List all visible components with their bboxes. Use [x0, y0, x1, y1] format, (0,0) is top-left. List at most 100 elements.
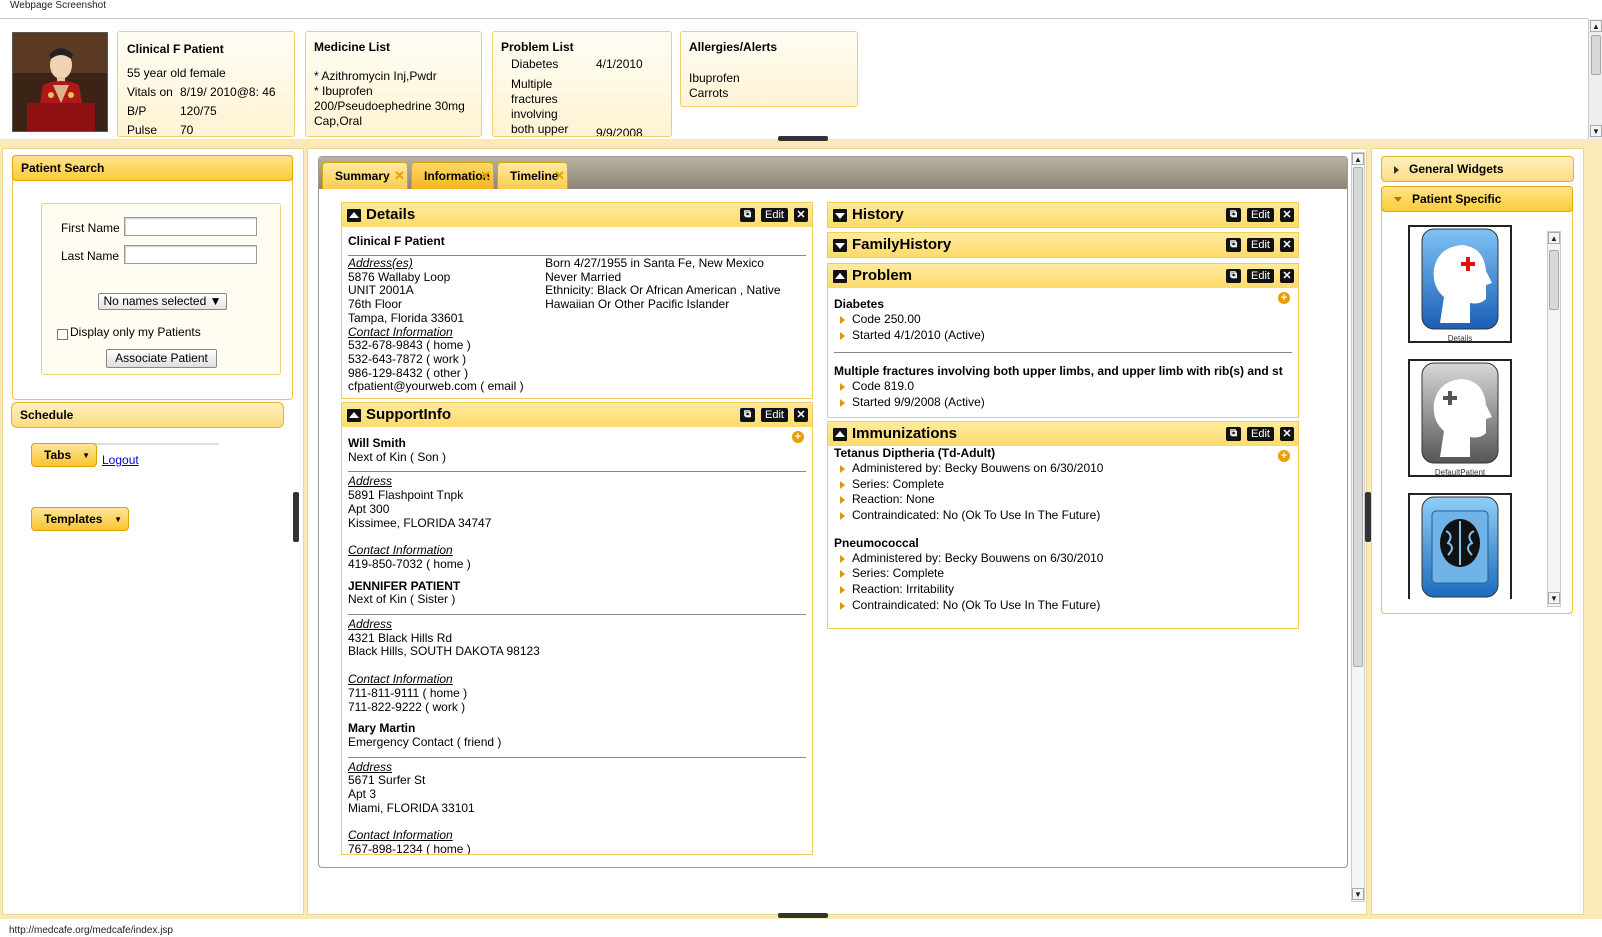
scroll-down-icon[interactable]: ▼ [1352, 888, 1364, 900]
scroll-up-icon[interactable]: ▲ [1352, 153, 1364, 165]
tabs-button[interactable]: Tabs ▼ [31, 443, 97, 467]
portlet-title: History [852, 206, 904, 223]
problem-body: Diabetes Code 250.00 Started 4/1/2010 (A… [834, 298, 1292, 417]
support-person-relation: Next of Kin ( Son ) [348, 449, 447, 464]
portlet-title: FamilyHistory [852, 236, 952, 253]
patient-specific-header[interactable]: Patient Specific [1381, 186, 1573, 212]
support-person-name: Mary Martin [348, 721, 416, 736]
popout-icon[interactable]: ⧉ [740, 408, 756, 422]
close-icon[interactable]: ✕ [1280, 238, 1294, 252]
general-widgets-header[interactable]: General Widgets [1381, 156, 1574, 182]
pulse-row: Pulse 70 [127, 120, 285, 139]
collapse-icon[interactable] [347, 409, 361, 422]
contact-heading: Contact Information [348, 828, 453, 843]
scroll-up-icon[interactable]: ▲ [1590, 20, 1602, 32]
scroll-down-icon[interactable]: ▼ [1548, 592, 1560, 604]
address-heading: Address(es) [348, 256, 413, 270]
scroll-up-icon[interactable]: ▲ [1548, 232, 1560, 244]
center-scrollbar[interactable]: ▲ ▼ [1351, 152, 1365, 902]
address-line: UNIT 2001A [348, 283, 414, 298]
names-select[interactable]: No names selected ▼ [98, 293, 227, 310]
immunization-detail: Administered by: Becky Bouwens on 6/30/2… [834, 461, 1292, 477]
edit-button[interactable]: Edit [1247, 427, 1274, 441]
address-line: Tampa, Florida 33601 [348, 310, 465, 325]
collapse-icon[interactable] [347, 209, 361, 222]
immunization-detail: Reaction: None [834, 492, 1292, 508]
problem-name: fractures [511, 92, 558, 106]
close-icon[interactable]: ✕ [1280, 208, 1294, 222]
head-medical-icon [1421, 228, 1499, 330]
tab-label: Timeline [510, 169, 559, 183]
associate-patient-button[interactable]: Associate Patient [106, 349, 217, 368]
last-name-input[interactable] [124, 245, 257, 264]
patient-photo [12, 32, 108, 132]
widget-scrollbar[interactable]: ▲ ▼ [1547, 231, 1561, 607]
patient-search-form: First Name Last Name No names selected ▼… [41, 203, 281, 375]
contact-line: 986-129-8432 ( other ) [348, 365, 469, 380]
scroll-down-icon[interactable]: ▼ [1590, 125, 1602, 137]
close-tab-icon[interactable]: ✕ [480, 163, 491, 189]
west-resize-handle[interactable] [293, 492, 299, 542]
popout-icon[interactable]: ⧉ [1226, 208, 1242, 222]
only-my-patients-checkbox[interactable] [57, 329, 68, 340]
contact-heading: Contact Information [348, 672, 453, 687]
tab-timeline[interactable]: Timeline ✕ [497, 162, 568, 189]
patient-search-header[interactable]: Patient Search [12, 155, 293, 181]
medicine-list-title: Medicine List [314, 40, 391, 54]
edit-button[interactable]: Edit [761, 408, 788, 422]
schedule-header[interactable]: Schedule [11, 402, 284, 428]
immunizations-body: Tetanus Diptheria (Td-Adult) Administere… [834, 447, 1292, 628]
window-title: Webpage Screenshot [10, 0, 106, 11]
contact-line: 711-811-9111 ( home ) [348, 685, 468, 700]
widget-defaultpatient[interactable]: DefaultPatient [1408, 359, 1512, 477]
supportinfo-portlet-header: SupportInfo ⧉ Edit ✕ [342, 403, 812, 427]
collapse-icon[interactable] [833, 270, 847, 283]
logout-link[interactable]: Logout [102, 453, 139, 467]
edit-button[interactable]: Edit [1247, 208, 1274, 222]
tab-information[interactable]: Information ✕ [411, 162, 494, 189]
popout-icon[interactable]: ⧉ [740, 208, 756, 222]
expand-icon[interactable] [833, 209, 847, 222]
pulse-value: 70 [180, 122, 194, 137]
contact-line: 419-850-7032 ( home ) [348, 556, 471, 571]
popout-icon[interactable]: ⧉ [1226, 238, 1242, 252]
contact-heading: Contact Information [348, 324, 453, 339]
header-scrollbar[interactable]: ▲ ▼ [1588, 19, 1602, 139]
popout-icon[interactable]: ⧉ [1226, 269, 1242, 283]
close-tab-icon[interactable]: ✕ [554, 163, 565, 189]
edit-button[interactable]: Edit [1247, 238, 1274, 252]
close-icon[interactable]: ✕ [1280, 427, 1294, 441]
scroll-thumb[interactable] [1353, 167, 1363, 667]
north-resize-handle[interactable] [778, 136, 828, 141]
detail-line: Ethnicity: Black Or African American , N… [545, 283, 781, 298]
popout-icon[interactable]: ⧉ [1226, 427, 1242, 441]
vitals-label: Vitals on [127, 84, 173, 99]
first-name-input[interactable] [124, 217, 257, 236]
immunization-detail: Administered by: Becky Bouwens on 6/30/2… [834, 551, 1292, 567]
edit-button[interactable]: Edit [761, 208, 788, 222]
immunization-detail: Reaction: Irritability [834, 582, 1292, 598]
widget-details[interactable]: Details [1408, 225, 1512, 343]
support-person-relation: Emergency Contact ( friend ) [348, 734, 502, 749]
south-resize-handle[interactable] [778, 913, 828, 918]
address-line: 5671 Surfer St [348, 773, 426, 788]
templates-button[interactable]: Templates ▼ [31, 507, 129, 531]
close-tab-icon[interactable]: ✕ [394, 163, 405, 189]
close-icon[interactable]: ✕ [794, 408, 808, 422]
tab-summary[interactable]: Summary ✕ [322, 162, 408, 189]
edit-button[interactable]: Edit [1247, 269, 1274, 283]
contact-line: 767-898-1234 ( home ) [348, 842, 471, 854]
contact-line: 711-822-9222 ( work ) [348, 699, 466, 714]
problem-portlet: Problem ⧉ Edit ✕ + Diabetes Code 250.00 … [827, 263, 1299, 418]
close-icon[interactable]: ✕ [1280, 269, 1294, 283]
scroll-thumb[interactable] [1591, 35, 1601, 75]
widget-brain[interactable] [1408, 493, 1512, 599]
scroll-thumb[interactable] [1549, 250, 1559, 310]
address-heading: Address [348, 617, 393, 632]
expand-icon[interactable] [833, 239, 847, 252]
collapse-icon[interactable] [833, 428, 847, 441]
address-line: 4321 Black Hills Rd [348, 630, 453, 645]
details-portlet-header: Details ⧉ Edit ✕ [342, 203, 812, 227]
dropdown-arrow-icon: ▼ [209, 294, 222, 308]
close-icon[interactable]: ✕ [794, 208, 808, 222]
